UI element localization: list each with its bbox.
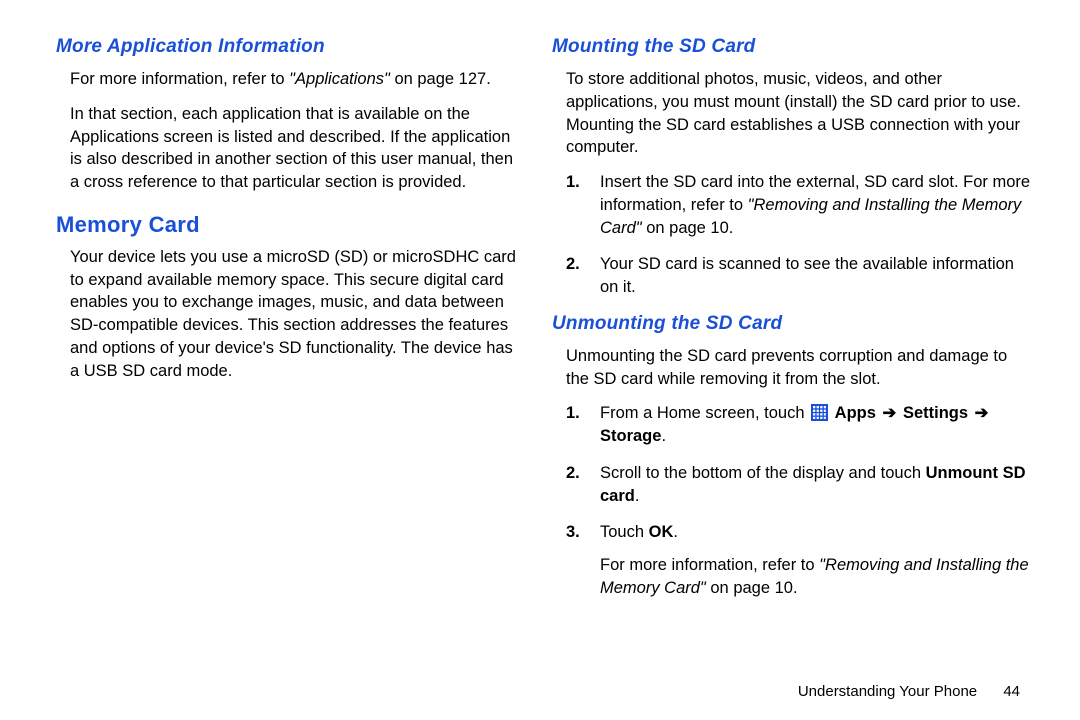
list-number: 1. xyxy=(566,402,580,425)
heading-more-app-info: More Application Information xyxy=(56,36,520,58)
heading-unmounting-sd: Unmounting the SD Card xyxy=(552,313,1032,335)
list-item: 2. Scroll to the bottom of the display a… xyxy=(600,462,1032,508)
reference-italic: "Applications" xyxy=(289,70,390,88)
heading-mounting-sd: Mounting the SD Card xyxy=(552,36,1032,58)
list-number: 1. xyxy=(566,171,580,194)
right-column: Mounting the SD Card To store additional… xyxy=(544,36,1032,700)
paragraph: Your device lets you use a microSD (SD) … xyxy=(56,246,520,383)
paragraph: For more information, refer to "Applicat… xyxy=(56,68,520,91)
bold-text: Apps xyxy=(835,404,876,422)
text: . xyxy=(673,523,678,541)
heading-memory-card: Memory Card xyxy=(56,212,520,238)
text: on page 10. xyxy=(706,579,798,597)
text: on page 127. xyxy=(390,70,491,88)
bold-text: Settings xyxy=(903,404,968,422)
ordered-list-mount: 1. Insert the SD card into the external,… xyxy=(552,171,1032,299)
list-item: 3. Touch OK. For more information, refer… xyxy=(600,521,1032,599)
page-number: 44 xyxy=(1003,683,1020,700)
list-number: 2. xyxy=(566,253,580,276)
list-number: 3. xyxy=(566,521,580,544)
list-number: 2. xyxy=(566,462,580,485)
text: For more information, refer to xyxy=(600,556,819,574)
apps-grid-icon xyxy=(811,404,828,421)
list-item: 1. From a Home screen, touch Apps ➔ xyxy=(600,402,1032,448)
bold-text: Storage xyxy=(600,427,661,445)
paragraph: To store additional photos, music, video… xyxy=(552,68,1032,159)
list-item: 2. Your SD card is scanned to see the av… xyxy=(600,253,1032,299)
text: on page 10. xyxy=(642,219,734,237)
paragraph: Unmounting the SD card prevents corrupti… xyxy=(552,345,1032,391)
arrow-icon: ➔ xyxy=(883,404,897,422)
arrow-icon: ➔ xyxy=(975,404,989,422)
page-footer: Understanding Your Phone 44 xyxy=(798,683,1020,700)
ordered-list-unmount: 1. From a Home screen, touch Apps ➔ xyxy=(552,402,1032,599)
footer-section: Understanding Your Phone xyxy=(798,683,977,700)
text: . xyxy=(635,487,640,505)
text: Scroll to the bottom of the display and … xyxy=(600,464,926,482)
text: . xyxy=(661,427,666,445)
document-page: More Application Information For more in… xyxy=(0,0,1080,720)
list-item: 1. Insert the SD card into the external,… xyxy=(600,171,1032,239)
left-column: More Application Information For more in… xyxy=(56,36,544,700)
text: Your SD card is scanned to see the avail… xyxy=(600,255,1014,296)
text: Touch xyxy=(600,523,649,541)
text: From a Home screen, touch xyxy=(600,404,809,422)
paragraph: In that section, each application that i… xyxy=(56,103,520,194)
bold-text: OK xyxy=(649,523,674,541)
text: For more information, refer to xyxy=(70,70,289,88)
